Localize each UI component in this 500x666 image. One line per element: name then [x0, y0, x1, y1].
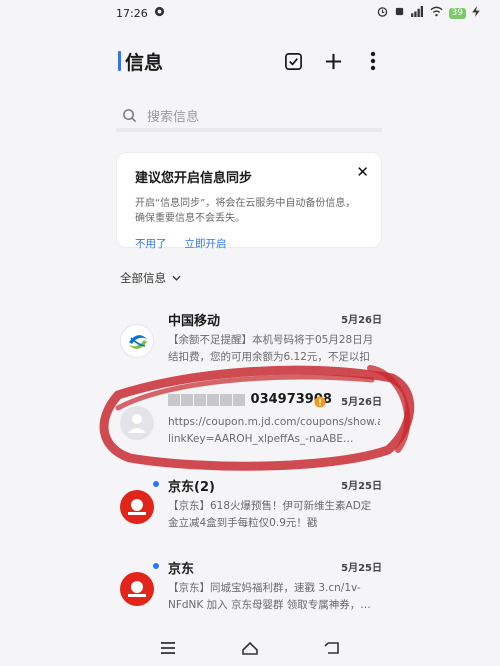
enable-sync-button[interactable]: 立即开启	[185, 236, 227, 251]
system-nav-bar	[0, 630, 500, 666]
jd-logo-icon	[128, 581, 146, 597]
blurred-block	[168, 393, 180, 406]
message-preview: 【京东】618火爆预售！伊可新维生素AD定金立减4盒到手每粒仅0.9元！戳 3.…	[168, 500, 372, 529]
alarm-icon	[377, 6, 388, 20]
list-item[interactable]: 京东 5月25日 【京东】同城宝妈福利群，速戳 3.cn/1v-NFdNK 加入…	[116, 558, 388, 634]
menu-button[interactable]	[157, 637, 179, 659]
list-item[interactable]: 中国移动 5月26日 【余额不足提醒】本机号码将于05月28日月结扣费，您的可用…	[116, 310, 388, 386]
avatar	[120, 324, 154, 358]
checkbox-icon	[284, 52, 302, 70]
status-time: 17:26	[116, 6, 148, 20]
avatar	[120, 572, 154, 606]
unread-indicator	[153, 481, 159, 487]
mute-icon	[394, 6, 405, 20]
chevron-down-icon	[172, 275, 181, 281]
sync-card-actions: 不用了 立即开启	[135, 236, 363, 251]
plus-icon	[325, 53, 341, 69]
unread-indicator	[153, 563, 159, 569]
title-wrap: 信息	[118, 48, 163, 75]
list-item[interactable]: 京东(2) 5月25日 【京东】618火爆预售！伊可新维生素AD定金立减4盒到手…	[116, 476, 388, 552]
sync-card-description: 开启“信息同步”，将会在云服务中自动备份信息，确保重要信息不会丢失。	[135, 198, 356, 224]
home-icon	[242, 641, 258, 655]
battery-indicator: 39	[448, 7, 466, 19]
header: 信息	[118, 46, 384, 76]
blurred-block	[181, 393, 193, 406]
avatar	[120, 490, 154, 524]
message-preview: https://coupon.m.jd.com/coupons/show.act…	[168, 416, 380, 445]
title-accent-bar	[118, 51, 121, 71]
home-button[interactable]	[239, 637, 261, 659]
avatar	[120, 406, 154, 440]
sync-card-title: 建议您开启信息同步	[135, 171, 253, 186]
blurred-block	[220, 393, 232, 406]
dismiss-sync-button[interactable]: 不用了	[135, 236, 167, 251]
message-date: 5月25日	[341, 481, 382, 492]
back-button[interactable]	[321, 637, 343, 659]
blurred-block	[233, 393, 245, 406]
message-date: 5月26日	[341, 397, 382, 408]
sender-name: 京东(2)	[168, 480, 215, 495]
message-preview: 【京东】同城宝妈福利群，速戳 3.cn/1v-NFdNK 加入 京东母婴群 领取…	[168, 582, 371, 611]
message-date: 5月25日	[341, 563, 382, 574]
warning-icon	[314, 393, 326, 412]
search-bar[interactable]: 搜索信息	[116, 102, 382, 132]
page-title: 信息	[125, 51, 164, 74]
blurred-block	[194, 393, 206, 406]
select-button[interactable]	[282, 50, 304, 72]
signal-icon	[410, 6, 424, 20]
sender-name: 中国移动	[168, 314, 221, 329]
close-icon[interactable]: ✕	[356, 163, 369, 181]
header-actions	[282, 50, 384, 72]
wifi-icon	[430, 6, 443, 20]
message-date: 5月26日	[341, 315, 382, 326]
sync-suggestion-card: 建议您开启信息同步 开启“信息同步”，将会在云服务中自动备份信息，确保重要信息不…	[116, 152, 382, 251]
blurred-block	[207, 393, 219, 406]
sender-name-wrap: 034973908	[168, 392, 332, 407]
more-vertical-icon	[370, 51, 376, 71]
search-icon	[123, 108, 137, 122]
contact-avatar-icon	[128, 414, 146, 433]
new-message-button[interactable]	[322, 50, 344, 72]
china-mobile-logo-icon	[129, 335, 147, 349]
jd-logo-icon	[128, 499, 146, 515]
charging-icon	[472, 6, 480, 20]
message-preview: 【余额不足提醒】本机号码将于05月28日月结扣费，您的可用余额为6.12元，不足…	[168, 334, 374, 363]
settings-icon	[154, 6, 165, 20]
filter-label: 全部信息	[120, 271, 166, 285]
sender-name: 京东	[168, 562, 195, 577]
message-filter-dropdown[interactable]: 全部信息	[120, 270, 181, 286]
back-icon	[324, 642, 339, 654]
menu-icon	[161, 642, 175, 654]
search-input[interactable]: 搜索信息	[147, 106, 199, 125]
more-options-button[interactable]	[362, 50, 384, 72]
list-item[interactable]: 034973908 5月26日 https://coupon.m.jd.com/…	[116, 392, 388, 468]
status-bar: 17:26 39	[0, 0, 500, 26]
